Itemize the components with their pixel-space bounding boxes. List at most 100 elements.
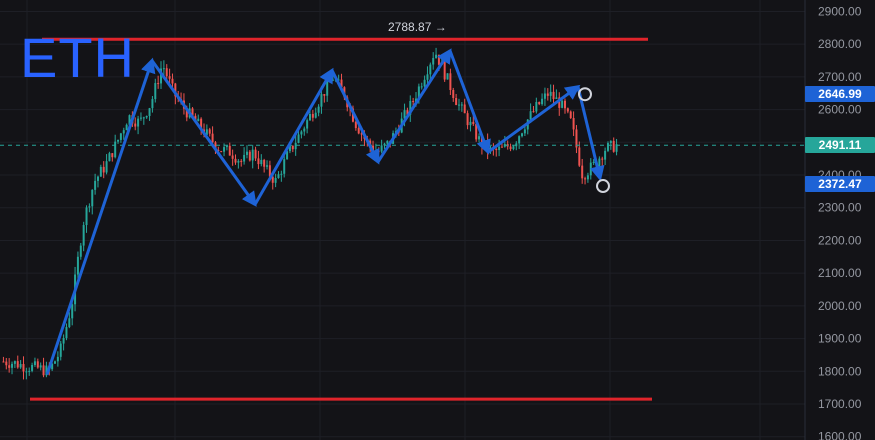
candle-body [223, 147, 226, 152]
candle-body [71, 304, 74, 319]
candle-body [357, 128, 360, 134]
candle-body [303, 128, 306, 132]
candle-body [294, 142, 297, 150]
candle-body [532, 111, 535, 113]
candle-body [96, 176, 99, 181]
candle-body [248, 151, 251, 161]
candle-body [306, 120, 309, 129]
candle-body [538, 102, 541, 105]
candle-body [94, 180, 97, 190]
candle-body [463, 104, 466, 114]
candle-body [291, 145, 294, 150]
candle-body [437, 54, 440, 65]
candle-body [237, 160, 240, 163]
candle-body [386, 140, 389, 144]
candle-body [460, 104, 463, 106]
candle-body [452, 89, 455, 99]
candle-body [240, 160, 243, 162]
candle-body [601, 158, 604, 160]
candle-body [245, 151, 248, 155]
candle-body [578, 147, 581, 166]
ticker-label: ETH [20, 26, 135, 89]
zigzag-arrow [330, 69, 380, 165]
peak-price-label: 2788.87 → [388, 19, 447, 34]
candle-body [311, 114, 314, 118]
candle-body [412, 101, 415, 103]
candle-body [99, 166, 102, 177]
candle-body [254, 149, 257, 159]
candle-body [589, 162, 592, 176]
candle-body [263, 159, 266, 167]
candle-body [521, 133, 524, 137]
candle-body [119, 133, 122, 140]
candle-body [329, 79, 332, 81]
y-tick-label: 1700.00 [818, 397, 862, 411]
y-tick-label: 2300.00 [818, 201, 862, 215]
candle-body [563, 100, 566, 109]
candle-body [586, 175, 589, 180]
candle-body [604, 150, 607, 160]
candle-body [581, 165, 584, 179]
candle-body [211, 133, 214, 143]
candle-body [612, 140, 615, 152]
candle-body [234, 158, 237, 163]
candle-body [309, 114, 311, 121]
candle-body [168, 76, 171, 79]
candle-body [277, 174, 280, 179]
candle-body [62, 338, 65, 344]
candle-body [529, 111, 532, 120]
candle-body [142, 117, 145, 119]
candle-body [228, 145, 231, 156]
candle-body [552, 91, 555, 99]
candle-body [354, 121, 357, 129]
candle-body [125, 124, 128, 131]
candle-body [426, 74, 429, 80]
candle-body [22, 364, 25, 372]
candle-body [572, 118, 575, 130]
candle-body [549, 91, 552, 96]
candle-body [469, 121, 472, 126]
candle-body [500, 146, 503, 148]
y-tick-label: 2200.00 [818, 233, 862, 247]
candle-body [5, 361, 8, 366]
candle-body [320, 94, 323, 107]
candle-body [162, 68, 165, 70]
candle-body [546, 93, 549, 96]
candle-body [561, 100, 564, 108]
candle-body [374, 150, 377, 152]
candle-body [466, 113, 469, 126]
chart-area[interactable]: 1600.00 1700.00 1800.00 1900.00 2000.00 2100.… [0, 0, 875, 440]
candle-body [543, 93, 546, 99]
y-tick-label: 2800.00 [818, 37, 862, 51]
candle-body [609, 140, 612, 144]
y-tick-label: 1900.00 [818, 332, 862, 346]
candle-body [220, 151, 223, 153]
candle-body [88, 206, 91, 208]
candle-body [423, 79, 426, 87]
candle-body [280, 173, 283, 175]
candle-body [555, 97, 558, 99]
candle-body [197, 118, 200, 122]
candle-body [31, 365, 34, 371]
candle-body [457, 104, 460, 106]
candle-body [283, 159, 286, 174]
upper-marker-badge: 2646.99 [805, 86, 875, 103]
candle-body [39, 365, 42, 368]
candle-body [42, 365, 45, 376]
candle-body [76, 256, 79, 275]
candle-body [435, 54, 438, 59]
zigzag-arrow [576, 86, 605, 182]
candle-body [114, 141, 117, 158]
candle-body [323, 94, 326, 96]
candle-body [380, 145, 383, 152]
candle-body [541, 98, 544, 105]
candle-body [432, 58, 435, 65]
candle-body [145, 116, 148, 118]
candle-body [257, 158, 260, 165]
candle-body [68, 318, 71, 328]
candle-body [266, 165, 269, 167]
candle-body [56, 356, 59, 362]
candle-body [2, 361, 5, 363]
candle-body [19, 364, 22, 368]
candle-body [208, 129, 211, 134]
